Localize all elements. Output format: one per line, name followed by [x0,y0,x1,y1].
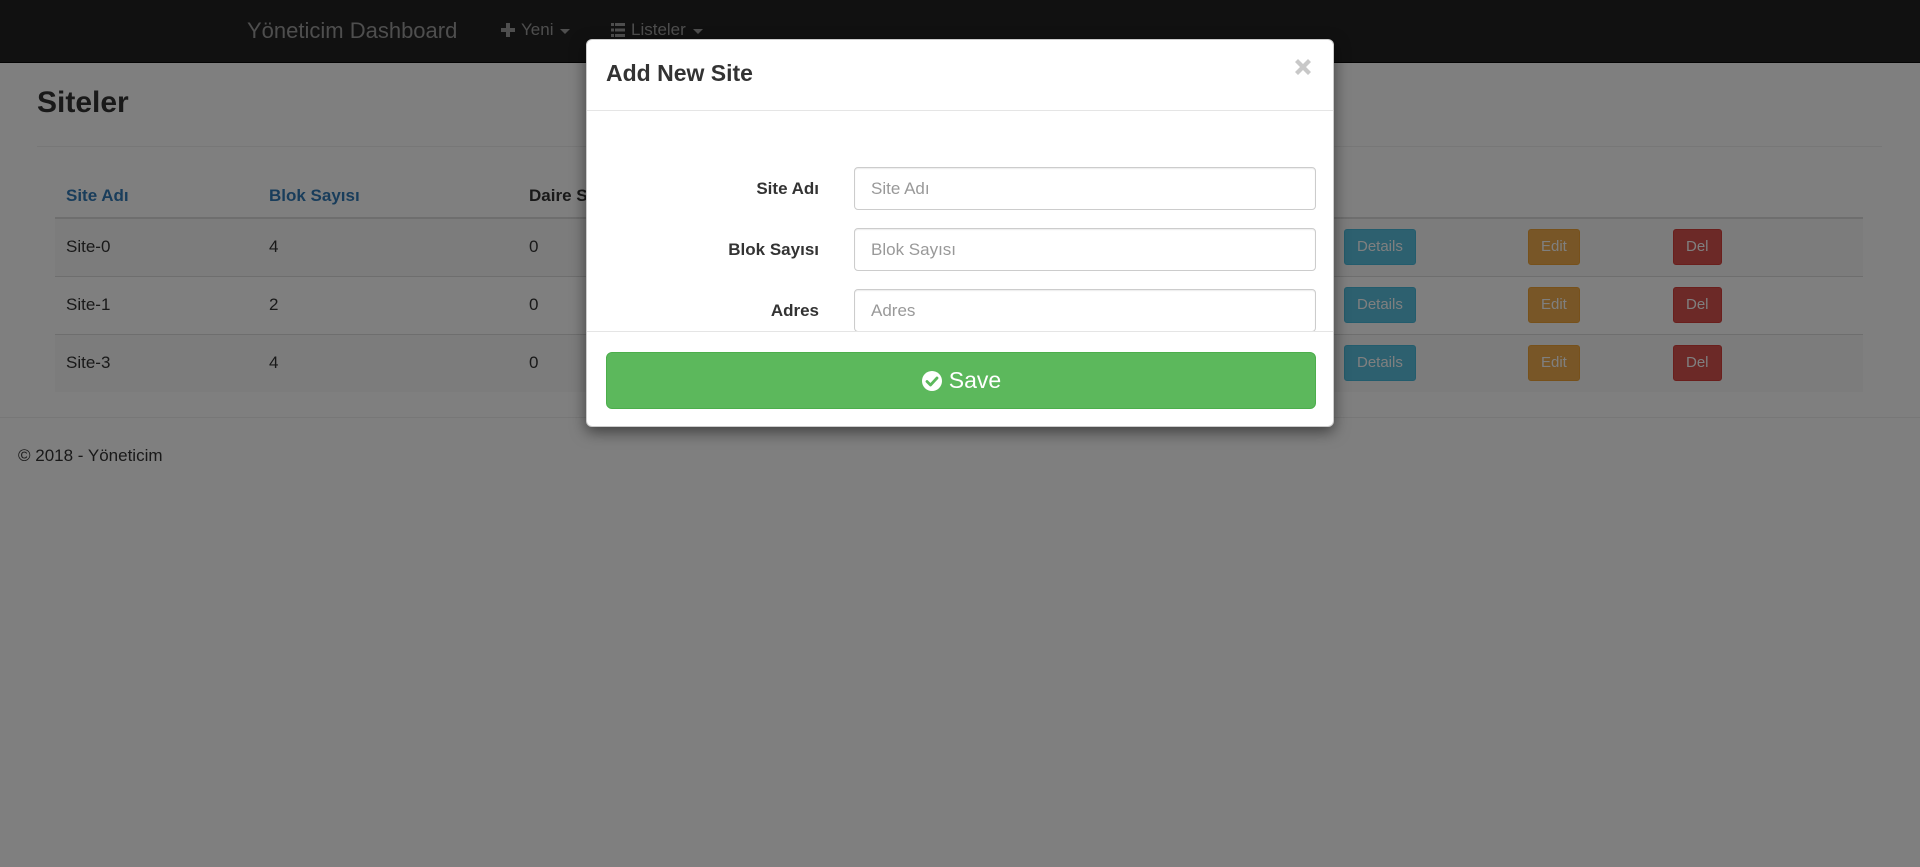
site-adi-input[interactable] [854,167,1316,210]
modal-header: Add New Site [587,40,1333,111]
save-button[interactable]: Save [606,352,1316,409]
form-row-blok-sayisi: Blok Sayısı [587,228,1333,272]
check-circle-icon [921,370,942,391]
save-button-label: Save [948,367,1002,393]
site-adi-label: Site Adı [756,179,819,198]
modal-footer: Save [587,331,1333,428]
close-icon-glyph [1295,59,1311,75]
close-icon[interactable] [1292,54,1314,84]
modal-title: Add New Site [606,60,753,86]
adres-label: Adres [770,301,819,320]
blok-sayisi-label: Blok Sayısı [728,240,819,259]
form-row-site-adi: Site Adı [587,167,1333,211]
blok-sayisi-input[interactable] [854,228,1316,271]
add-site-modal: Add New Site Site Adı Blok Sayısı Adres … [586,39,1334,427]
form-row-adres: Adres [587,289,1333,333]
adres-input[interactable] [854,289,1316,332]
